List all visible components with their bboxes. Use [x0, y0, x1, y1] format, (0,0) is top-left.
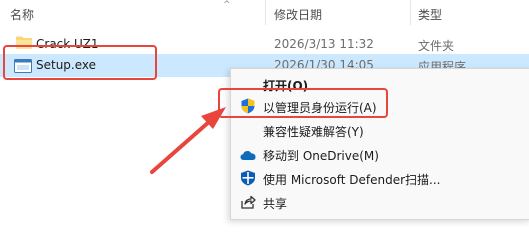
annotation-arrow-icon: [150, 107, 226, 174]
